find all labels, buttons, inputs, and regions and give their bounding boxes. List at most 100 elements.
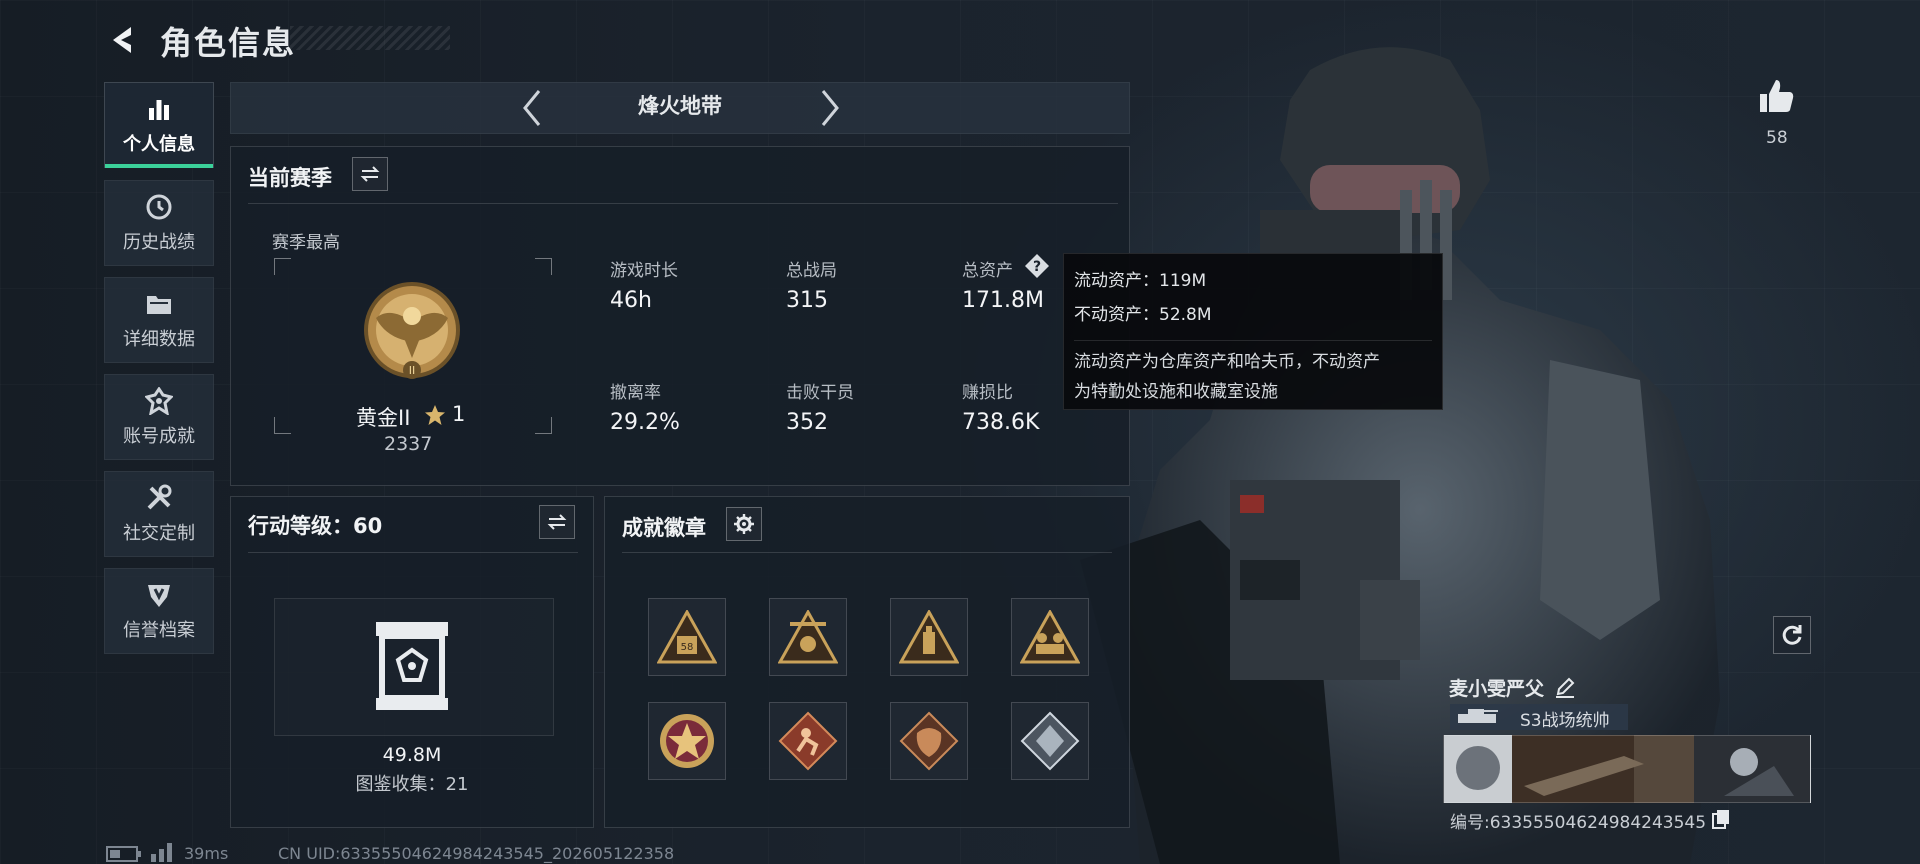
nav-label: 信誉档案 — [123, 620, 195, 641]
nav-item-history[interactable]: 历史战绩 — [104, 180, 214, 266]
season-best-label: 赛季最高 — [272, 233, 340, 253]
nav-item-profile[interactable]: 个人信息 — [104, 82, 214, 168]
clock-icon — [144, 192, 174, 222]
level-title: 行动等级：60 — [248, 514, 383, 538]
stat-value: 738.6K — [962, 410, 1040, 435]
tooltip-fixed-assets: 不动资产：52.8M — [1074, 305, 1212, 325]
uid-text: CN UID:633555046249842435‌45_20260512235… — [278, 844, 675, 863]
tooltip-desc-line: 流动资产为仓库资产和哈夫币，不动资产 — [1074, 352, 1380, 372]
question-icon: ? — [1025, 254, 1049, 278]
achievement-badge[interactable] — [890, 598, 968, 676]
stat-label: 赚损比 — [962, 383, 1013, 403]
achievement-badge[interactable] — [769, 702, 847, 780]
svg-text:58: 58 — [681, 642, 694, 653]
achievement-badge[interactable] — [648, 702, 726, 780]
nav-item-social[interactable]: 社交定制 — [104, 471, 214, 557]
tools-icon — [144, 483, 174, 513]
svg-text:II: II — [409, 364, 416, 377]
rank-name: 黄金II — [356, 406, 411, 430]
like-button[interactable] — [1756, 76, 1796, 116]
badge-round-star-icon — [660, 714, 714, 768]
swap-icon — [360, 166, 380, 182]
nav-item-achievements[interactable]: 账号成就 — [104, 374, 214, 460]
bar-chart-icon — [144, 94, 174, 124]
like-count: 58 — [1766, 128, 1788, 148]
stat-value: 29.2% — [610, 410, 680, 435]
chevron-right-icon — [821, 90, 839, 126]
copy-icon — [1712, 810, 1729, 829]
title-decoration — [290, 26, 450, 50]
badges-title: 成就徽章 — [622, 516, 706, 540]
badge-triangle-wreath-icon — [778, 610, 838, 664]
badge-triangle-squad-icon — [1020, 610, 1080, 664]
stat-value: 46h — [610, 288, 652, 313]
star-icon — [425, 405, 445, 425]
badges-divider — [622, 552, 1112, 553]
collection-count: 图鉴收集：21 — [355, 774, 469, 795]
thumbs-up-icon — [1760, 80, 1794, 112]
player-id: 编号:6335550462498424354‌5 — [1450, 813, 1707, 833]
refresh-button[interactable] — [1773, 616, 1811, 654]
back-button[interactable] — [104, 20, 144, 60]
achievement-badge[interactable]: 58 — [648, 598, 726, 676]
chevron-left-icon — [523, 90, 541, 126]
achievement-badge[interactable] — [1011, 702, 1089, 780]
ping-value: 39ms — [184, 844, 229, 863]
rank-stars: 1 — [452, 402, 466, 426]
nav-label: 账号成就 — [123, 426, 195, 447]
tooltip-desc-line: 为特勤处设施和收藏室设施 — [1074, 382, 1278, 402]
nav-item-credit[interactable]: 信誉档案 — [104, 568, 214, 654]
stat-value: 171.8M — [962, 288, 1044, 313]
gold-rank-emblem-icon: II — [364, 282, 460, 379]
achievement-badge[interactable] — [890, 702, 968, 780]
achievement-icon — [144, 386, 174, 416]
gear-icon — [734, 514, 754, 534]
signal-icon — [151, 843, 172, 862]
stat-value: 315 — [786, 288, 828, 313]
copy-id-button[interactable] — [1712, 809, 1730, 829]
badge-triangle-bottle-icon — [899, 610, 959, 664]
level-divider — [248, 552, 578, 553]
battery-icon — [106, 846, 141, 862]
level-switch-button[interactable] — [539, 505, 575, 539]
nav-label: 历史战绩 — [123, 232, 195, 253]
season-title: 当前赛季 — [248, 166, 332, 190]
badge-diamond-silver-icon — [1020, 711, 1080, 771]
stat-label: 总资产 — [962, 261, 1013, 281]
stat-label: 撤离率 — [610, 383, 661, 403]
collection-case-icon — [376, 622, 448, 710]
tooltip-liquid-assets: 流动资产：119M — [1074, 271, 1207, 291]
stat-label: 击败干员 — [786, 383, 854, 403]
asset-tooltip: 流动资产：119M 不动资产：52.8M 流动资产为仓库资产和哈夫币，不动资产 … — [1063, 253, 1443, 410]
back-arrow-icon — [113, 27, 131, 53]
nav-label: 个人信息 — [123, 134, 195, 155]
folder-icon — [144, 289, 174, 319]
badge-diamond-beast-icon — [899, 711, 959, 771]
nav-item-details[interactable]: 详细数据 — [104, 277, 214, 363]
rank-score: 2337 — [384, 433, 433, 455]
player-title: S3战场统帅 — [1520, 711, 1610, 731]
mode-title: 烽火地带 — [638, 94, 722, 118]
badge-diamond-runner-icon — [778, 711, 838, 771]
swap-icon — [547, 514, 567, 530]
season-switch-button[interactable] — [352, 157, 388, 191]
badges-settings-button[interactable] — [726, 507, 762, 541]
title-vehicle-icon — [1458, 709, 1498, 723]
nav-label: 详细数据 — [123, 329, 195, 350]
refresh-icon — [1782, 625, 1802, 645]
stat-value: 352 — [786, 410, 828, 435]
stat-label: 游戏时长 — [610, 261, 678, 281]
collection-value: 49.8M — [382, 744, 442, 766]
player-name: 麦小雯严父 — [1449, 678, 1545, 700]
pencil-icon — [1556, 677, 1575, 698]
shield-icon — [144, 580, 174, 610]
stat-label: 总战局 — [786, 261, 837, 281]
svg-text:?: ? — [1033, 259, 1041, 275]
edit-name-button[interactable] — [1554, 676, 1576, 698]
mode-prev-button[interactable] — [514, 86, 550, 130]
achievement-badge[interactable] — [1011, 598, 1089, 676]
asset-help-button[interactable]: ? — [1024, 253, 1050, 279]
player-banner[interactable] — [1443, 735, 1811, 803]
achievement-badge[interactable] — [769, 598, 847, 676]
mode-next-button[interactable] — [812, 86, 848, 130]
